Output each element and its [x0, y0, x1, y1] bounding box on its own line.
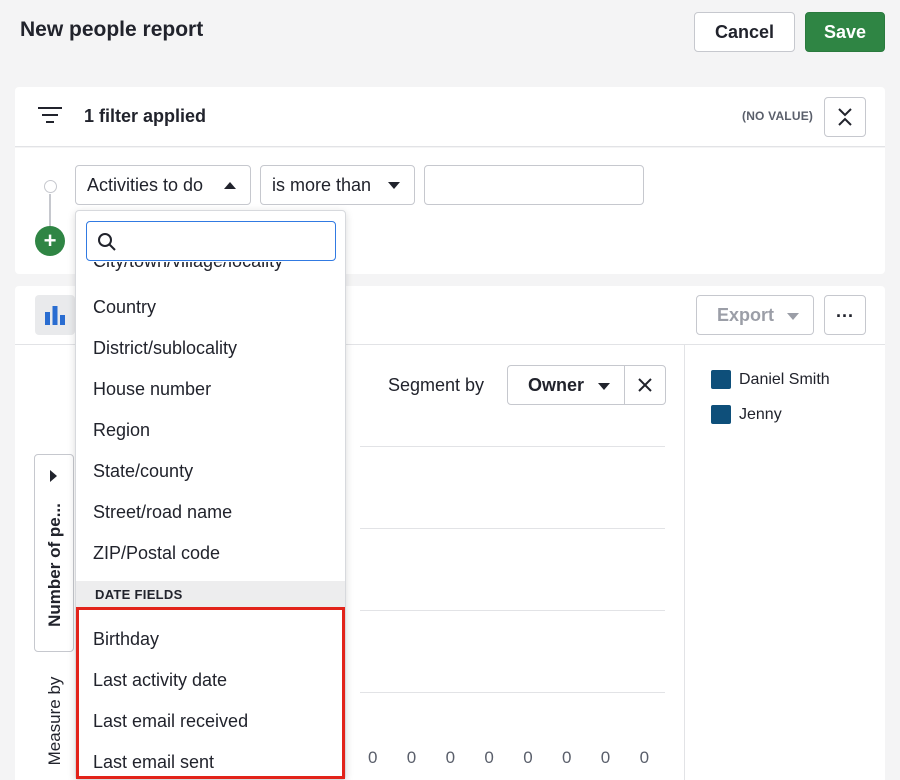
measure-value: Number of pe...: [45, 503, 64, 627]
x-axis-tick-label: 0: [406, 748, 417, 767]
filter-field-select[interactable]: Activities to do: [75, 165, 251, 205]
chevron-up-icon: [224, 182, 236, 189]
bar-chart-icon: [45, 306, 65, 325]
dropdown-item[interactable]: Street/road name: [93, 502, 232, 523]
x-axis-tick-label: 0: [639, 748, 650, 767]
dropdown-item[interactable]: House number: [93, 379, 211, 400]
chart-gridline: [360, 610, 665, 611]
dropdown-item[interactable]: State/county: [93, 461, 193, 482]
dropdown-item[interactable]: Country: [93, 297, 156, 318]
plus-icon: +: [43, 228, 57, 253]
no-value-label: (NO VALUE): [742, 109, 814, 123]
more-icon: ...: [835, 300, 854, 321]
search-icon: [98, 233, 116, 251]
legend-item[interactable]: Daniel Smith: [711, 370, 830, 389]
filter-connector: [49, 194, 51, 228]
chart-type-button[interactable]: [35, 295, 75, 335]
export-label: Export: [717, 304, 775, 325]
dropdown-item[interactable]: District/sublocality: [93, 338, 237, 359]
dropdown-item[interactable]: Birthday: [93, 629, 159, 650]
chart-gridline: [360, 528, 665, 529]
filter-header: 1 filter applied (NO VALUE): [15, 87, 885, 147]
filter-rule-dot: [44, 180, 57, 193]
legend-panel: Daniel Smith Jenny: [684, 345, 885, 780]
chevron-down-icon: [598, 383, 610, 390]
x-axis-tick-label: 0: [445, 748, 456, 767]
x-axis-tick-label: 0: [484, 748, 494, 767]
field-dropdown: City/town/village/locality Country Distr…: [75, 210, 346, 780]
page-title: New people report: [20, 18, 204, 41]
measure-panel[interactable]: Number of pe...: [34, 454, 74, 652]
top-bar: New people report Cancel Save: [0, 0, 900, 64]
legend-label: Jenny: [739, 405, 782, 423]
chevron-right-icon: [50, 470, 57, 482]
x-axis-tick-label: 0: [368, 748, 378, 767]
search-input[interactable]: [127, 228, 327, 254]
dropdown-section-header: DATE FIELDS: [76, 581, 345, 608]
cancel-button[interactable]: Cancel: [694, 12, 795, 52]
filter-field-value: Activities to do: [87, 174, 204, 195]
filter-operator-select[interactable]: is more than: [260, 165, 415, 205]
measure-by-label: Measure by: [45, 676, 64, 766]
x-axis-tick-label: 0: [562, 748, 572, 767]
dropdown-item[interactable]: Region: [93, 420, 150, 441]
dropdown-item[interactable]: City/town/village/locality: [93, 262, 283, 272]
legend-swatch: [711, 405, 731, 424]
dropdown-search[interactable]: [86, 221, 336, 261]
collapse-filters-button[interactable]: [824, 97, 866, 137]
segment-by-select[interactable]: Owner: [507, 365, 625, 405]
legend-swatch: [711, 370, 731, 389]
dropdown-item[interactable]: Last activity date: [93, 670, 227, 691]
filter-operator-value: is more than: [272, 174, 372, 195]
chevron-down-icon: [787, 313, 799, 320]
segment-value: Owner: [528, 374, 585, 395]
legend-item[interactable]: Jenny: [711, 405, 782, 424]
segment-by-label: Segment by: [388, 375, 485, 395]
more-options-button[interactable]: ...: [824, 295, 866, 335]
x-axis-tick-label: 0: [523, 748, 533, 767]
dropdown-item[interactable]: Last email received: [93, 711, 248, 732]
chart-gridline: [360, 446, 665, 447]
filter-value-input[interactable]: [424, 165, 644, 205]
filter-lines-icon[interactable]: [38, 104, 62, 126]
save-button[interactable]: Save: [805, 12, 885, 52]
legend-label: Daniel Smith: [739, 370, 830, 388]
add-filter-button[interactable]: +: [35, 226, 65, 256]
collapse-vertical-icon: [838, 108, 852, 126]
dropdown-item[interactable]: Last email sent: [93, 752, 214, 773]
dropdown-item[interactable]: ZIP/Postal code: [93, 543, 220, 564]
chevron-down-icon: [388, 182, 400, 189]
close-icon: [638, 378, 652, 392]
chart-gridline: [360, 692, 665, 693]
dropdown-list: City/town/village/locality Country Distr…: [76, 262, 345, 779]
filter-summary: 1 filter applied: [84, 106, 207, 126]
x-axis-tick-label: 0: [600, 748, 611, 767]
export-button[interactable]: Export: [696, 295, 814, 335]
segment-clear-button[interactable]: [624, 365, 666, 405]
